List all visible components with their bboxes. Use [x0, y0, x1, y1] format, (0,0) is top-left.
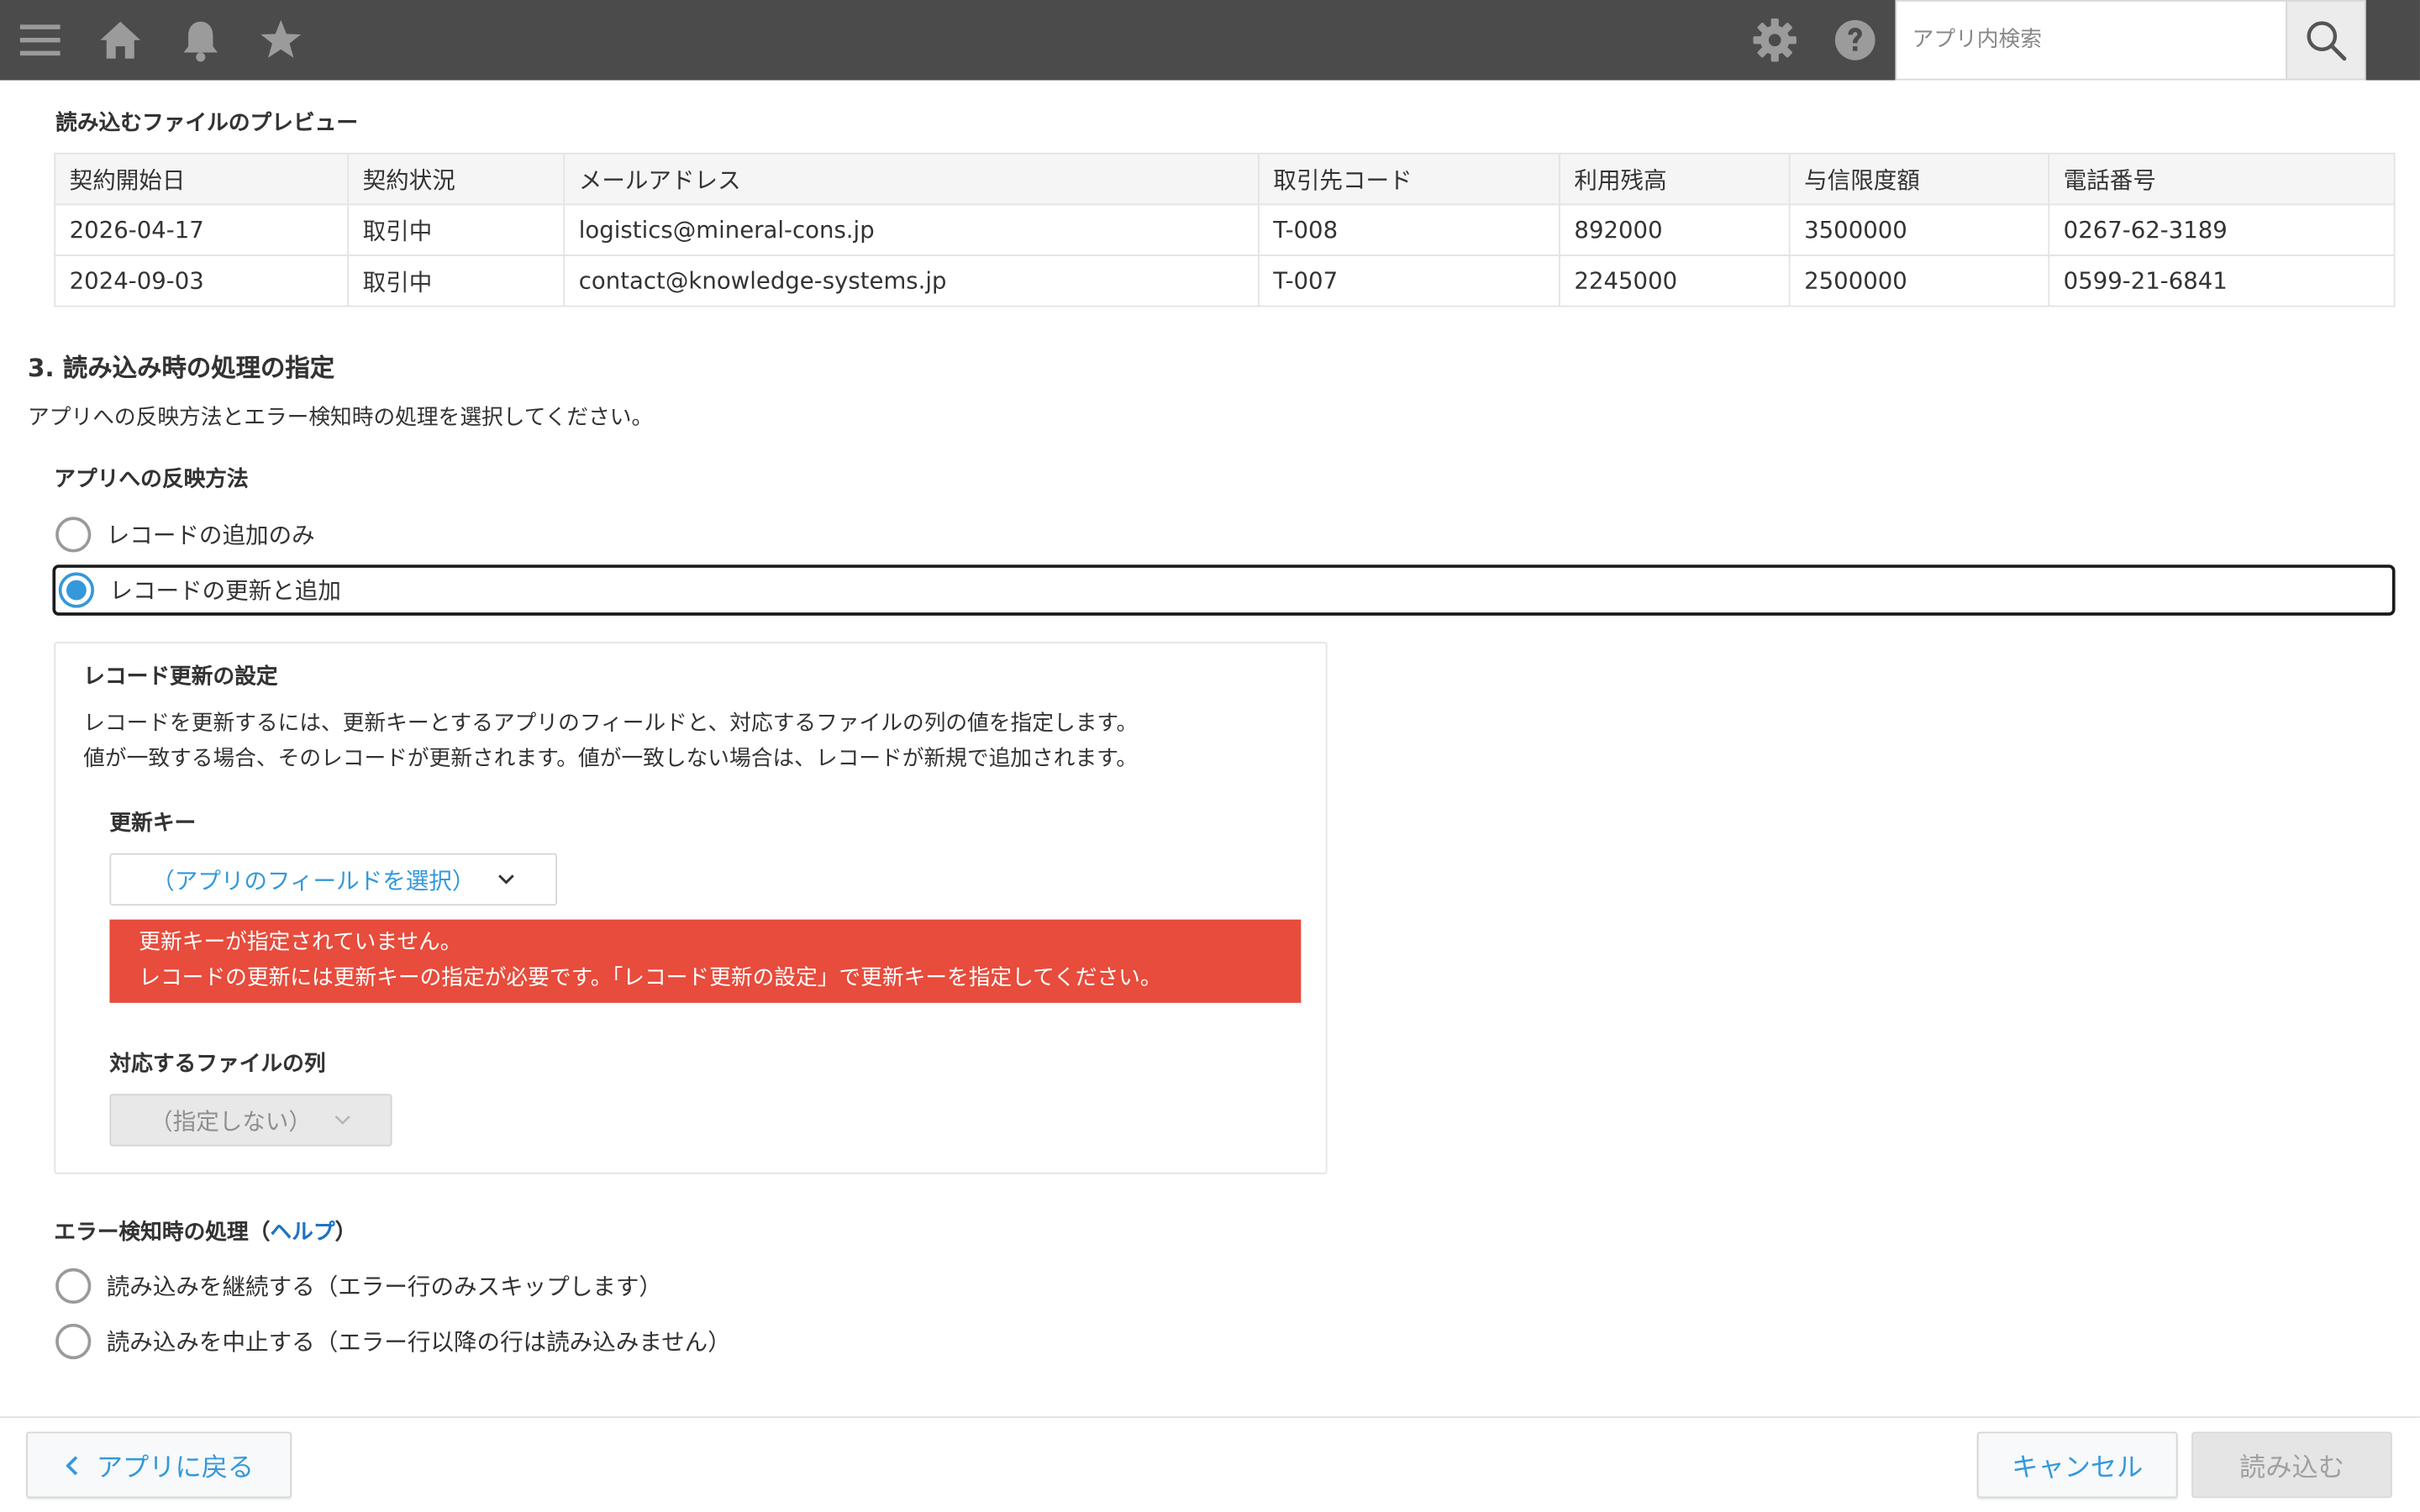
table-cell: T-007	[1257, 255, 1560, 307]
panel-description-line: レコードを更新するには、更新キーとするアプリのフィールドと、対応するファイルの列…	[83, 711, 1139, 737]
table-row: 2026-04-17 取引中 logistics@mineral-cons.jp…	[54, 203, 2396, 256]
back-button-label: アプリに戻る	[96, 1453, 255, 1484]
table-cell: 2024-09-03	[54, 255, 350, 307]
panel-title: レコード更新の設定	[83, 664, 278, 690]
column-header: 契約状況	[347, 152, 566, 206]
table-cell: 3500000	[1788, 203, 2050, 256]
top-bar	[0, 0, 2420, 81]
radio-button-selected[interactable]	[58, 572, 95, 608]
panel-description-line: 値が一致する場合、そのレコードが更新されます。値が一致しない場合は、レコードが新…	[83, 746, 1139, 772]
radio-stop-import[interactable]: 読み込みを中止する（エラー行以降の行は読み込みません）	[55, 1318, 827, 1364]
column-header: 与信限度額	[1788, 152, 2050, 206]
section-description: アプリへの反映方法とエラー検知時の処理を選択してください。	[28, 406, 654, 431]
column-header: 電話番号	[2048, 152, 2396, 206]
radio-add-only[interactable]: レコードの追加のみ	[55, 511, 673, 557]
chevron-left-icon	[64, 1454, 78, 1476]
radio-label: 読み込みを継続する（エラー行のみスキップします）	[106, 1272, 662, 1300]
column-header: 契約開始日	[54, 152, 350, 206]
table-cell: 0599-21-6841	[2048, 255, 2396, 307]
radio-button[interactable]	[55, 516, 92, 552]
star-icon[interactable]	[253, 13, 308, 68]
table-cell: T-008	[1257, 203, 1560, 256]
back-to-app-button[interactable]: アプリに戻る	[26, 1431, 292, 1499]
update-key-dropdown[interactable]: （アプリのフィールドを選択）	[109, 853, 558, 906]
preview-header-row: 契約開始日 契約状況 メールアドレス 取引先コード 利用残高 与信限度額 電話番…	[54, 152, 2396, 206]
gear-icon[interactable]	[1747, 13, 1802, 68]
home-icon[interactable]	[92, 13, 148, 68]
preview-title: 読み込むファイルのプレビュー	[55, 111, 359, 136]
menu-icon[interactable]	[13, 13, 68, 68]
update-key-label: 更新キー	[109, 811, 197, 837]
search-button[interactable]	[2286, 0, 2366, 81]
error-line: 更新キーが指定されていません。	[139, 930, 462, 955]
table-cell: 取引中	[347, 203, 566, 256]
record-update-settings-panel: レコード更新の設定 レコードを更新するには、更新キーとするアプリのフィールドと、…	[54, 642, 1328, 1174]
table-cell: 2245000	[1559, 255, 1791, 307]
radio-button[interactable]	[55, 1322, 92, 1359]
bell-icon[interactable]	[173, 13, 229, 68]
table-cell: 取引中	[347, 255, 566, 307]
table-cell: contact@knowledge-systems.jp	[563, 255, 1260, 307]
table-row: 2024-09-03 取引中 contact@knowledge-systems…	[54, 255, 2396, 307]
error-handling-title-suffix: ）	[334, 1220, 357, 1246]
import-settings-page: 読み込むファイルのプレビュー 契約開始日 契約状況 メールアドレス 取引先コード…	[0, 0, 2420, 1512]
reflect-method-title: アプリへの反映方法	[54, 467, 249, 492]
footer-divider	[0, 1416, 2420, 1418]
table-cell: logistics@mineral-cons.jp	[563, 203, 1260, 256]
help-icon[interactable]	[1828, 13, 1883, 68]
radio-continue-import[interactable]: 読み込みを継続する（エラー行のみスキップします）	[55, 1262, 827, 1308]
chevron-down-icon	[334, 1114, 352, 1126]
table-cell: 2026-04-17	[54, 203, 350, 256]
table-cell: 2500000	[1788, 255, 2050, 307]
panel-description: レコードを更新するには、更新キーとするアプリのフィールドと、対応するファイルの列…	[83, 706, 1138, 777]
chevron-down-icon	[497, 874, 515, 886]
app-search-box	[1895, 0, 2287, 81]
dropdown-value: （指定しない）	[150, 1106, 313, 1135]
table-cell: 0267-62-3189	[2048, 203, 2396, 256]
error-handling-title-text: エラー検知時の処理（	[54, 1220, 271, 1246]
file-column-dropdown: （指定しない）	[109, 1094, 392, 1147]
file-column-label: 対応するファイルの列	[109, 1052, 326, 1078]
section-title: 3. 読み込み時の処理の指定	[28, 353, 335, 383]
column-header: メールアドレス	[563, 152, 1260, 206]
table-cell: 892000	[1559, 203, 1791, 256]
radio-update-and-add[interactable]: レコードの更新と追加	[52, 564, 2396, 616]
radio-label: レコードの追加のみ	[106, 520, 315, 549]
radio-label: 読み込みを中止する（エラー行以降の行は読み込みません）	[106, 1327, 731, 1356]
radio-label: レコードの更新と追加	[109, 576, 341, 605]
error-handling-title: エラー検知時の処理（ヘルプ）	[54, 1215, 356, 1247]
dropdown-value: （アプリのフィールドを選択）	[151, 866, 476, 895]
radio-button[interactable]	[55, 1267, 92, 1304]
help-link[interactable]: ヘルプ	[270, 1221, 334, 1245]
column-header: 取引先コード	[1257, 152, 1560, 206]
column-header: 利用残高	[1559, 152, 1791, 206]
cancel-button[interactable]: キャンセル	[1976, 1431, 2178, 1499]
app-search-input[interactable]	[1897, 1, 2286, 79]
import-button[interactable]: 読み込む	[2191, 1431, 2392, 1499]
error-message-box: 更新キーが指定されていません。 レコードの更新には更新キーの指定が必要です。「レ…	[109, 919, 1302, 1003]
preview-table: 契約開始日 契約状況 メールアドレス 取引先コード 利用残高 与信限度額 電話番…	[54, 152, 2396, 307]
error-line: レコードの更新には更新キーの指定が必要です。「レコード更新の設定」で更新キーを指…	[139, 965, 1162, 991]
search-icon	[2307, 21, 2347, 61]
